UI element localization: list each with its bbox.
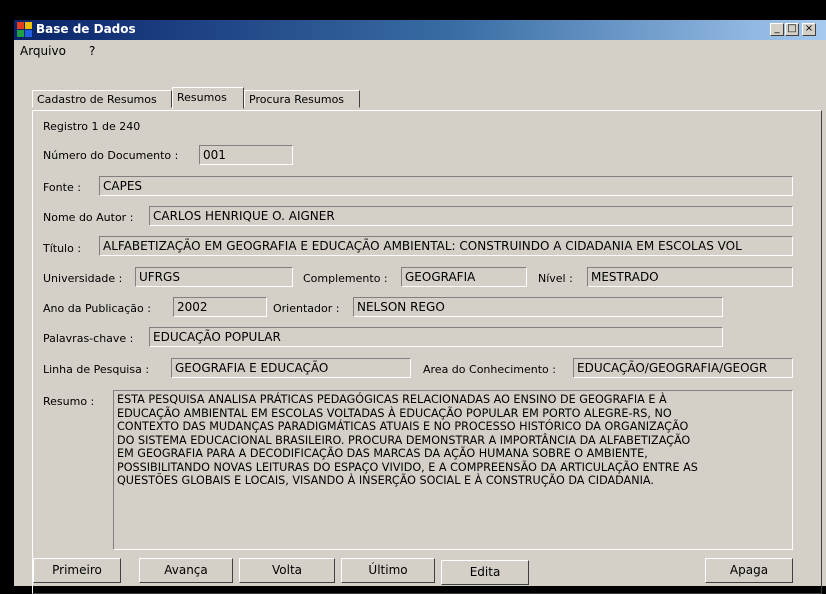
- area-field[interactable]: EDUCAÇÃO/GEOGRAFIA/GEOGR: [573, 358, 793, 378]
- palavras-chave-label: Palavras-chave :: [43, 332, 134, 345]
- nivel-field[interactable]: MESTRADO: [587, 267, 793, 287]
- orientador-field[interactable]: NELSON REGO: [353, 297, 723, 317]
- nivel-label: Nível :: [538, 272, 573, 285]
- resumo-line: CONTEXTO DAS MUDANÇAS PARADIGMÁTICAS ATU…: [117, 420, 689, 433]
- minimize-button[interactable]: _: [770, 23, 784, 36]
- record-status: Registro 1 de 240: [43, 120, 141, 133]
- linha-de-pesquisa-label: Linha de Pesquisa :: [43, 363, 150, 376]
- ano-field[interactable]: 2002: [173, 297, 267, 317]
- tab-resumos[interactable]: Resumos: [172, 87, 244, 109]
- area-label: Area do Conhecimento :: [423, 363, 556, 376]
- primeiro-button[interactable]: Primeiro: [33, 558, 121, 583]
- palavras-chave-field[interactable]: EDUCAÇÃO POPULAR: [149, 327, 723, 347]
- maximize-button[interactable]: □: [785, 23, 799, 36]
- menu-arquivo[interactable]: Arquivo: [20, 44, 66, 58]
- menu-bar: Arquivo ?: [14, 40, 826, 60]
- autor-field[interactable]: CARLOS HENRIQUE O. AIGNER: [149, 206, 793, 226]
- title-bar[interactable]: Base de Dados _ □ ×: [14, 20, 826, 40]
- autor-label: Nome do Autor :: [43, 211, 134, 224]
- ultimo-button[interactable]: Último: [341, 558, 435, 583]
- universidade-label: Universidade :: [43, 272, 123, 285]
- complemento-label: Complemento :: [303, 272, 388, 285]
- resumo-line: DO SISTEMA EDUCACIONAL BRASILEIRO. PROCU…: [117, 433, 691, 447]
- resumo-line: QUESTÕES GLOBAIS E LOCAIS, VISANDO À INS…: [117, 474, 654, 487]
- tab-cadastro-de-resumos[interactable]: Cadastro de Resumos: [32, 90, 172, 108]
- close-button[interactable]: ×: [802, 23, 816, 36]
- database-app-icon: [17, 22, 32, 37]
- resumo-textarea[interactable]: ESTA PESQUISA ANALISA PRÁTICAS PEDAGÓGIC…: [113, 390, 793, 550]
- resumo-line: ESTA PESQUISA ANALISA PRÁTICAS PEDAGÓGIC…: [117, 393, 667, 406]
- app-window: Base de Dados _ □ × Arquivo ? Cadastro d…: [14, 20, 826, 594]
- resumo-label: Resumo :: [43, 395, 95, 408]
- ano-label: Ano da Publicação :: [43, 302, 151, 315]
- titulo-field[interactable]: ALFABETIZAÇÃO EM GEOGRAFIA E EDUCAÇÃO AM…: [99, 236, 793, 256]
- orientador-label: Orientador :: [273, 302, 340, 315]
- resumo-line: EDUCAÇÃO AMBIENTAL EM ESCOLAS VOLTADAS À…: [117, 406, 672, 420]
- linha-de-pesquisa-field[interactable]: GEOGRAFIA E EDUCAÇÃO: [171, 358, 411, 378]
- resumo-line: EM GEOGRAFIA PARA A DECODIFICAÇÃO DAS MA…: [117, 447, 648, 460]
- fonte-field[interactable]: CAPES: [99, 176, 793, 196]
- window-title: Base de Dados: [36, 22, 136, 36]
- numero-field[interactable]: 001: [199, 145, 293, 165]
- complemento-field[interactable]: GEOGRAFIA: [401, 267, 527, 287]
- titulo-label: Título :: [43, 242, 82, 255]
- screen: { "window": { "title": "Base de Dados", …: [0, 0, 826, 594]
- apaga-button[interactable]: Apaga: [705, 558, 793, 583]
- menu-help[interactable]: ?: [89, 44, 95, 58]
- tab-panel: Registro 1 de 240 Número do Documento : …: [32, 110, 822, 594]
- fonte-label: Fonte :: [43, 181, 81, 194]
- volta-button[interactable]: Volta: [239, 558, 335, 583]
- numero-label: Número do Documento :: [43, 149, 179, 162]
- tab-procura-resumos[interactable]: Procura Resumos: [244, 90, 360, 108]
- universidade-field[interactable]: UFRGS: [135, 267, 293, 287]
- avanca-button[interactable]: Avança: [139, 558, 233, 583]
- resumo-line: POSSIBILITANDO NOVAS LEITURAS DO ESPAÇO …: [117, 460, 698, 474]
- edita-button[interactable]: Edita: [441, 560, 529, 585]
